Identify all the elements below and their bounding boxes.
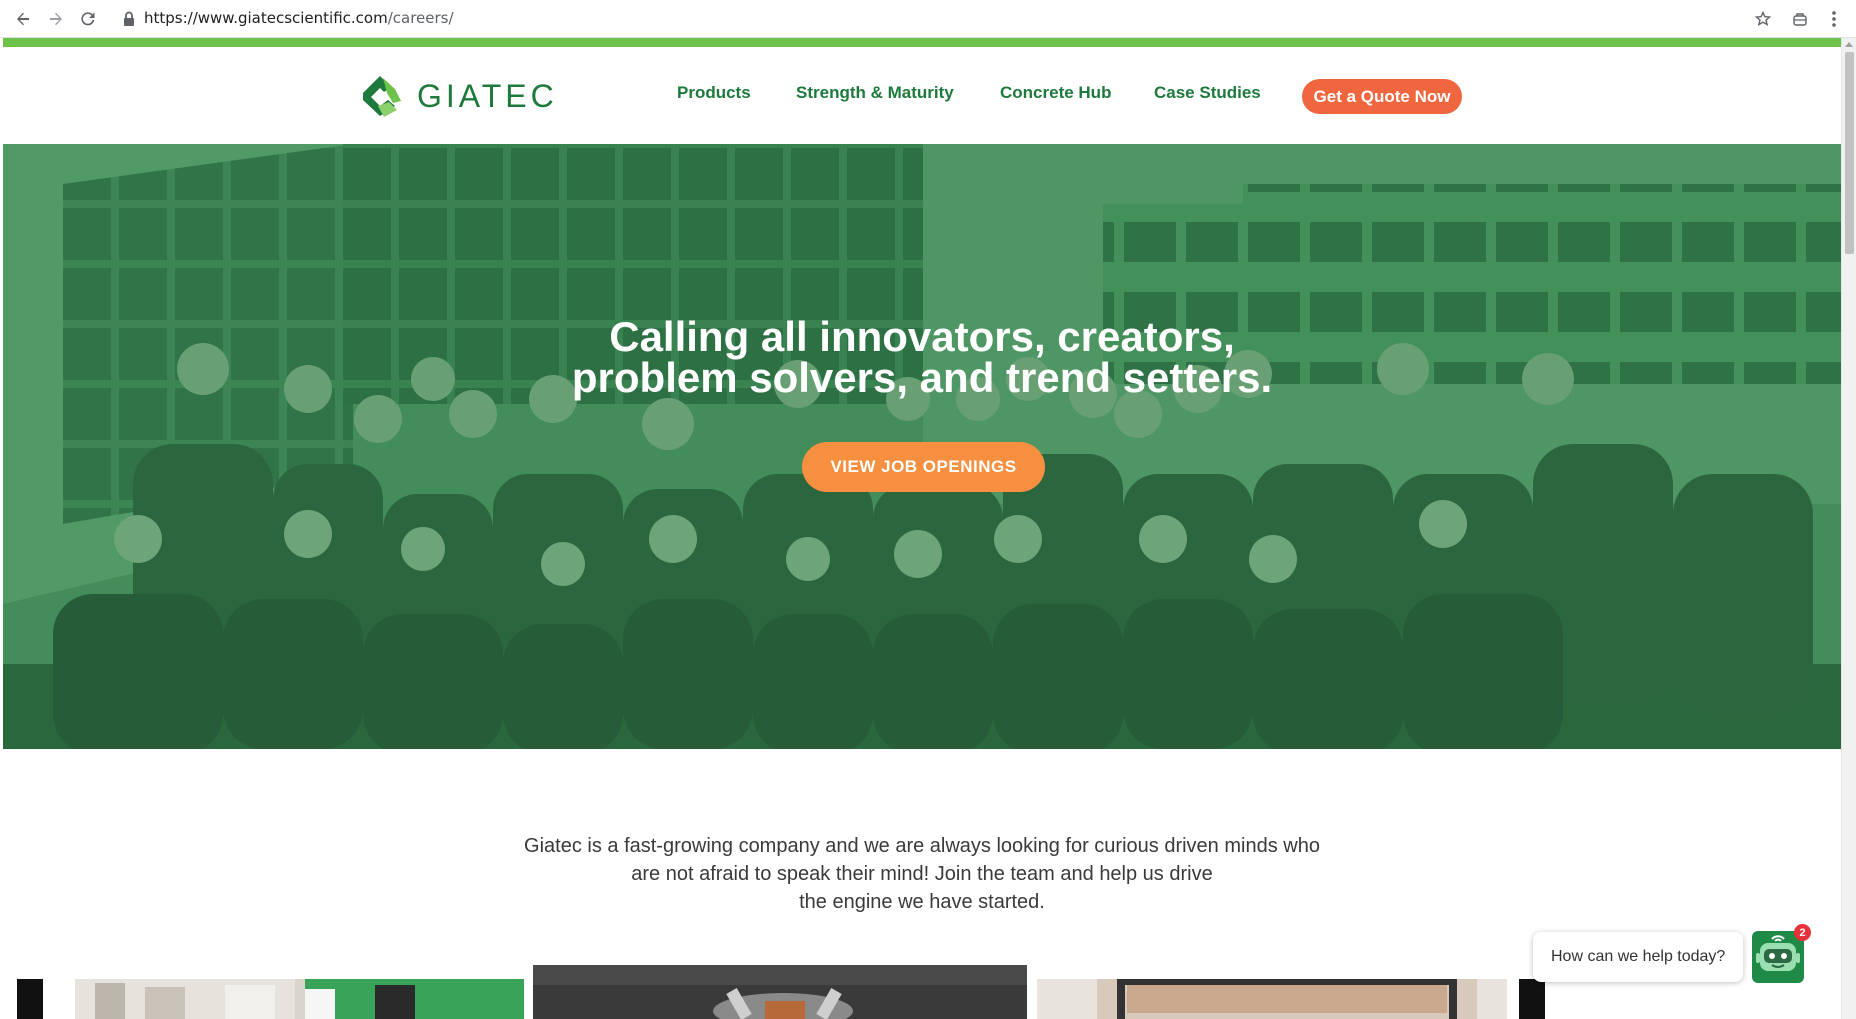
carousel-edge-right (1519, 979, 1545, 1019)
carousel-edge-left (17, 979, 43, 1019)
chat-notification-badge: 2 (1794, 924, 1811, 941)
hero-heading-line1: Calling all innovators, creators, (609, 313, 1235, 360)
office-photo-tile[interactable] (75, 979, 524, 1019)
nav-item-case-studies[interactable]: Case Studies (1154, 83, 1261, 103)
extension-icon[interactable] (1788, 7, 1812, 31)
scrollbar-thumb[interactable] (1845, 52, 1854, 254)
nav-item-products[interactable]: Products (677, 83, 751, 103)
view-job-openings-button[interactable]: VIEW JOB OPENINGS (802, 442, 1045, 492)
arrow-left-icon[interactable] (11, 7, 35, 31)
hero-banner: Calling all innovators, creators, proble… (3, 144, 1841, 749)
top-accent-strip (3, 38, 1841, 47)
nav-item-strength-maturity[interactable]: Strength & Maturity (796, 83, 954, 103)
event-photo-tile[interactable] (1037, 979, 1507, 1019)
browser-toolbar: https://www.giatecscientific.com/careers… (0, 0, 1856, 38)
address-bar[interactable]: https://www.giatecscientific.com/careers… (144, 9, 454, 27)
arrow-right-icon[interactable] (44, 7, 68, 31)
page-scrollbar[interactable] (1841, 38, 1856, 1019)
reload-icon[interactable] (76, 7, 100, 31)
logo-wordmark: GIATEC (417, 77, 558, 114)
url-host: https://www.giatecscientific.com (144, 9, 388, 27)
star-icon[interactable] (1751, 7, 1775, 31)
intro-line3: the engine we have started. (799, 891, 1045, 913)
intro-line1: Giatec is a fast-growing company and we … (524, 835, 1320, 857)
kebab-menu-icon[interactable] (1822, 7, 1846, 31)
lab-photo-tile[interactable] (533, 965, 1027, 1019)
lock-icon (124, 11, 134, 26)
lab-photo (533, 965, 1027, 1019)
giatec-logo[interactable]: GIATEC (357, 73, 558, 119)
scroll-up-icon[interactable] (1845, 42, 1853, 47)
event-photo (1037, 979, 1507, 1019)
chat-prompt-bubble[interactable]: How can we help today? (1533, 932, 1743, 982)
hero-heading-line2: problem solvers, and trend setters. (571, 354, 1273, 401)
giatec-logo-icon (363, 76, 401, 117)
nav-item-concrete-hub[interactable]: Concrete Hub (1000, 83, 1111, 103)
office-photo (75, 979, 524, 1019)
site-header: GIATEC Products Strength & Maturity Conc… (3, 47, 1841, 144)
get-quote-button[interactable]: Get a Quote Now (1302, 79, 1462, 114)
hero-heading: Calling all innovators, creators, proble… (3, 313, 1841, 401)
careers-intro: Giatec is a fast-growing company and we … (423, 832, 1421, 916)
intro-line2: are not afraid to speak their mind! Join… (631, 863, 1213, 885)
page: GIATEC Products Strength & Maturity Conc… (3, 47, 1841, 1019)
url-path: /careers/ (387, 9, 454, 27)
